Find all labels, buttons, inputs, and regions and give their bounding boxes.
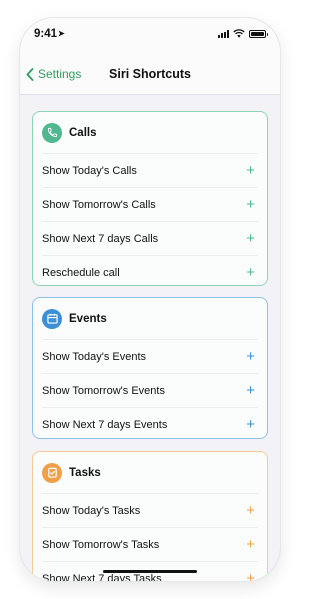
wifi-icon xyxy=(233,29,245,38)
add-icon[interactable]: + xyxy=(246,231,255,246)
shortcut-label: Show Tomorrow's Tasks xyxy=(42,538,160,551)
cellular-signal-icon xyxy=(218,29,229,38)
status-time: 9:41➤ xyxy=(34,28,65,40)
shortcut-row-tomorrows-calls[interactable]: Show Tomorrow's Calls + xyxy=(42,187,258,221)
navigation-bar: Settings Siri Shortcuts xyxy=(20,54,280,95)
shortcut-row-tomorrows-events[interactable]: Show Tomorrow's Events + xyxy=(42,373,258,407)
add-icon[interactable]: + xyxy=(246,383,255,398)
checklist-icon xyxy=(42,462,62,483)
calendar-icon xyxy=(42,308,62,329)
shortcut-row-next-7-days-calls[interactable]: Show Next 7 days Calls + xyxy=(42,221,258,255)
calls-title: Calls xyxy=(69,126,97,139)
status-icons xyxy=(218,29,268,38)
tasks-section: Tasks Show Today's Tasks + Show Tomorrow… xyxy=(32,451,268,581)
tasks-title: Tasks xyxy=(69,466,101,479)
page-title: Siri Shortcuts xyxy=(109,67,191,81)
battery-icon xyxy=(249,29,268,38)
tasks-header: Tasks xyxy=(33,452,267,493)
shortcut-row-todays-events[interactable]: Show Today's Events + xyxy=(42,339,258,373)
shortcut-label: Show Tomorrow's Events xyxy=(42,384,165,397)
add-icon[interactable]: + xyxy=(246,417,255,432)
shortcut-label: Show Today's Tasks xyxy=(42,504,141,517)
shortcut-label: Show Tomorrow's Calls xyxy=(42,198,156,211)
home-indicator[interactable] xyxy=(103,570,197,573)
shortcut-label: Reschedule call xyxy=(42,266,120,279)
shortcut-label: Show Next 7 days Tasks xyxy=(42,572,162,582)
add-icon[interactable]: + xyxy=(246,265,255,280)
add-icon[interactable]: + xyxy=(246,537,255,552)
status-bar: 9:41➤ xyxy=(20,18,280,54)
add-icon[interactable]: + xyxy=(246,197,255,212)
status-time-text: 9:41 xyxy=(34,28,58,40)
events-header: Events xyxy=(33,298,267,339)
add-icon[interactable]: + xyxy=(246,503,255,518)
add-icon[interactable]: + xyxy=(246,349,255,364)
shortcut-row-todays-calls[interactable]: Show Today's Calls + xyxy=(42,153,258,187)
shortcut-row-reschedule-call[interactable]: Reschedule call + xyxy=(42,255,258,289)
location-arrow-icon: ➤ xyxy=(58,29,65,38)
phone-icon xyxy=(42,122,62,143)
shortcut-label: Show Next 7 days Events xyxy=(42,418,168,431)
phone-frame: 9:41➤ Settings Siri Shortcuts Calls Show… xyxy=(20,18,280,581)
add-icon[interactable]: + xyxy=(246,571,255,581)
add-icon[interactable]: + xyxy=(246,163,255,178)
shortcut-row-tomorrows-tasks[interactable]: Show Tomorrow's Tasks + xyxy=(42,527,258,561)
shortcut-label: Show Today's Calls xyxy=(42,164,137,177)
shortcut-row-todays-tasks[interactable]: Show Today's Tasks + xyxy=(42,493,258,527)
calls-section: Calls Show Today's Calls + Show Tomorrow… xyxy=(32,111,268,286)
shortcut-row-next-7-days-events[interactable]: Show Next 7 days Events + xyxy=(42,407,258,441)
shortcut-label: Show Next 7 days Calls xyxy=(42,232,159,245)
events-title: Events xyxy=(69,312,107,325)
shortcut-label: Show Today's Events xyxy=(42,350,147,363)
events-section: Events Show Today's Events + Show Tomorr… xyxy=(32,297,268,439)
calls-header: Calls xyxy=(33,112,267,153)
